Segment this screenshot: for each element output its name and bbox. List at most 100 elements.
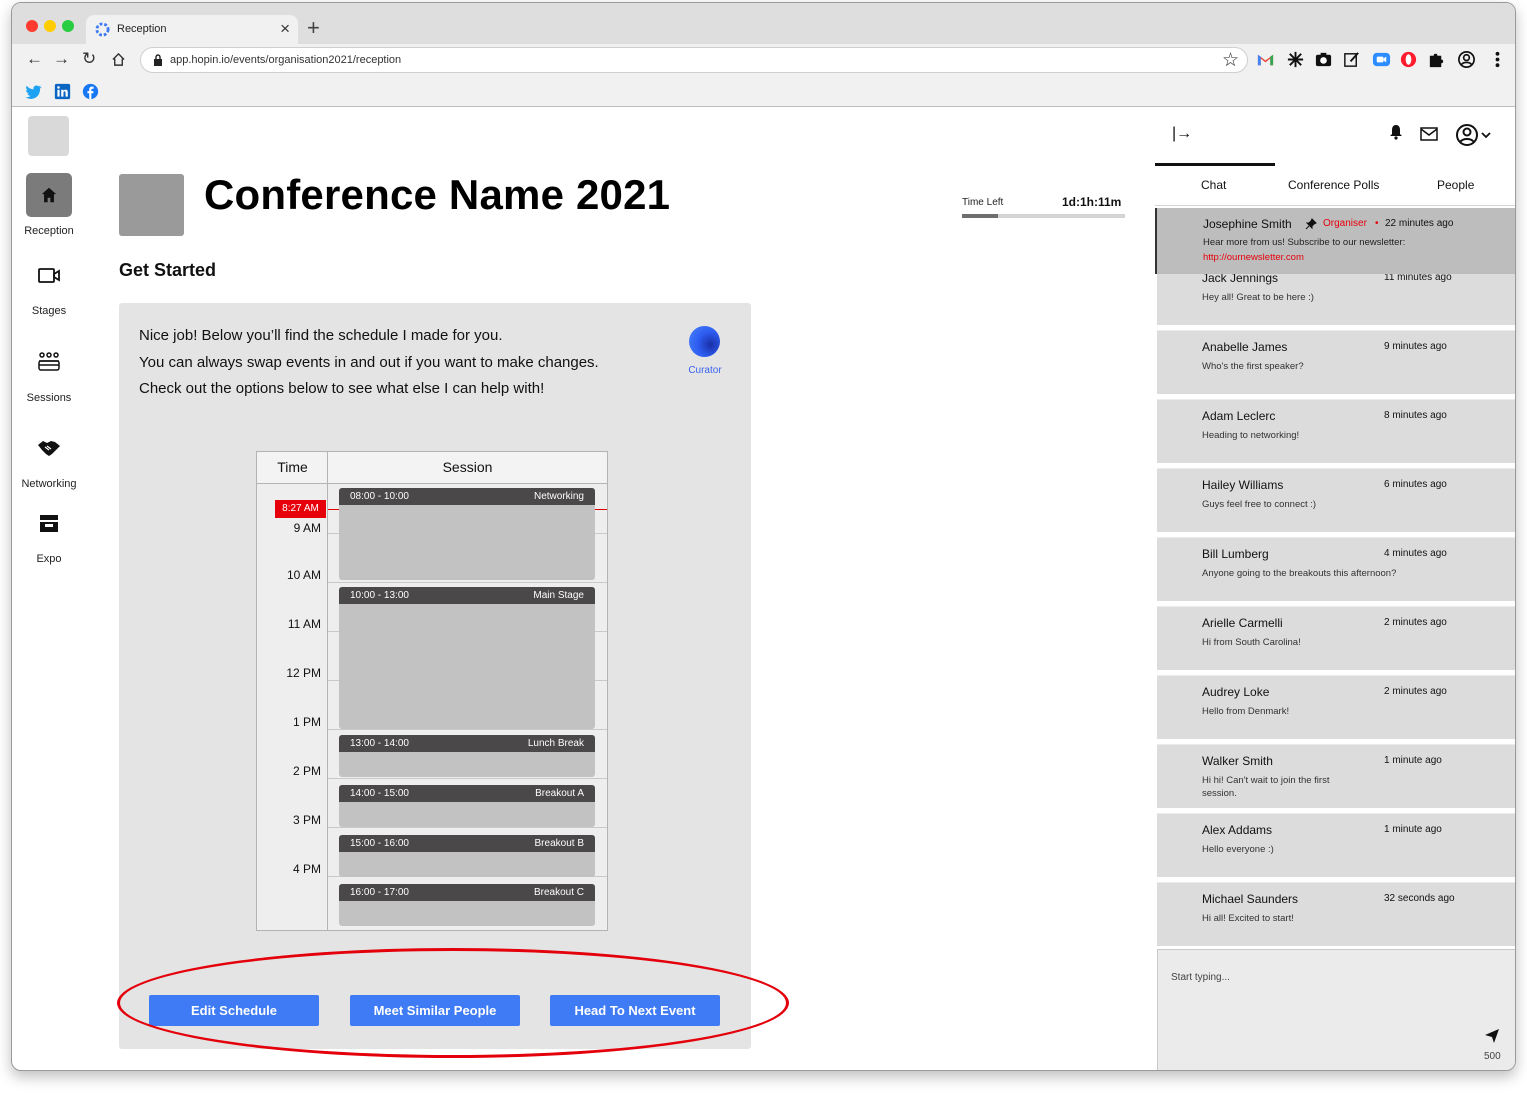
time-left-progress-fill: [962, 214, 998, 218]
nav-item-stages[interactable]: Stages: [12, 253, 86, 317]
chat-text: Guys feel free to connect :): [1202, 499, 1317, 510]
hour-label: 4 PM: [292, 862, 321, 876]
event-name: Breakout C: [533, 887, 584, 898]
twitter-icon[interactable]: [25, 83, 42, 100]
event-name: Main Stage: [533, 590, 584, 601]
chat-text: Hi hi! Can't wait to join the first sess…: [1202, 775, 1330, 799]
event-name: Breakout B: [534, 838, 584, 849]
camera-icon[interactable]: [1314, 50, 1333, 69]
chat-author: Bill Lumberg: [1202, 547, 1269, 561]
nav-label: Networking: [21, 478, 77, 490]
nav-item-reception[interactable]: Reception: [12, 173, 86, 237]
new-tab-button[interactable]: +: [307, 15, 320, 41]
chat-author: Anabelle James: [1202, 340, 1288, 354]
browser-window: Reception × + ← → ↻ app.hopin.io/events/…: [11, 2, 1516, 1071]
collapse-panel-icon[interactable]: |→: [1172, 125, 1192, 143]
hour-line: [328, 827, 607, 828]
chat-input-placeholder[interactable]: Start typing...: [1171, 972, 1230, 983]
chat-text: Anyone going to the breakouts this after…: [1202, 568, 1397, 579]
zoom-icon[interactable]: [1372, 50, 1391, 69]
current-time-badge: 8:27 AM: [275, 500, 326, 518]
home-page-icon[interactable]: [111, 52, 126, 67]
nav-label: Stages: [31, 305, 67, 317]
tab-people[interactable]: People: [1437, 178, 1474, 192]
tab-chat[interactable]: Chat: [1201, 178, 1226, 192]
chat-message: Michael Saunders 32 seconds ago Hi all! …: [1157, 882, 1515, 946]
nav-item-expo[interactable]: Expo: [12, 501, 86, 565]
schedule-event[interactable]: 08:00 - 10:00 Networking: [339, 488, 595, 580]
curator-avatar[interactable]: [689, 326, 720, 357]
nav-icon-box: [26, 173, 72, 217]
nav-label: Reception: [24, 225, 74, 237]
pinned-message: Josephine Smith Organiser • 22 minutes a…: [1155, 208, 1515, 274]
chat-time: 6 minutes ago: [1384, 479, 1447, 490]
chat-time: 8 minutes ago: [1384, 410, 1447, 421]
chat-composer[interactable]: Start typing... 500: [1157, 949, 1515, 1070]
event-time: 08:00 - 10:00: [350, 491, 409, 502]
character-limit: 500: [1484, 1051, 1501, 1062]
event-time: 10:00 - 13:00: [350, 590, 409, 601]
schedule-event[interactable]: 14:00 - 15:00 Breakout A: [339, 785, 595, 827]
schedule-header: Time Session: [257, 452, 607, 484]
bell-icon[interactable]: [1389, 124, 1403, 140]
chat-message: Arielle Carmelli 2 minutes ago Hi from S…: [1157, 606, 1515, 670]
minimize-window-dot[interactable]: [44, 20, 56, 32]
linkedin-icon[interactable]: [54, 83, 71, 100]
chat-author: Walker Smith: [1202, 754, 1273, 768]
hour-line: [328, 729, 607, 730]
chat-text: Hello everyone :): [1202, 844, 1274, 855]
profile-icon[interactable]: [1457, 50, 1476, 69]
curator-card: Nice job! Below you’ll find the schedule…: [119, 303, 751, 1049]
nav-icon-box: [26, 340, 72, 384]
gmail-icon[interactable]: [1256, 50, 1275, 69]
event-name: Lunch Break: [527, 738, 584, 749]
nav-label: Sessions: [26, 392, 72, 404]
schedule-event[interactable]: 16:00 - 17:00 Breakout C: [339, 884, 595, 926]
extensions-puzzle-icon[interactable]: [1427, 50, 1446, 69]
event-time: 16:00 - 17:00: [350, 887, 409, 898]
hour-label: 1 PM: [292, 715, 321, 729]
hour-line: [328, 778, 607, 779]
close-tab-icon[interactable]: ×: [280, 19, 290, 39]
send-icon[interactable]: [1484, 1028, 1500, 1044]
asterisk-extension-icon[interactable]: [1286, 50, 1305, 69]
browser-tab[interactable]: Reception ×: [86, 15, 298, 44]
user-menu-icon[interactable]: [1456, 122, 1492, 148]
newsletter-link[interactable]: http://ournewsletter.com: [1203, 252, 1304, 263]
event-bar: 13:00 - 14:00 Lunch Break: [339, 735, 595, 752]
chat-author: Michael Saunders: [1202, 892, 1299, 906]
tab-conference-polls[interactable]: Conference Polls: [1288, 178, 1379, 192]
mail-icon[interactable]: [1420, 127, 1438, 141]
forward-arrow-icon[interactable]: →: [53, 49, 70, 69]
close-window-dot[interactable]: [26, 20, 38, 32]
address-bar[interactable]: app.hopin.io/events/organisation2021/rec…: [140, 47, 1248, 73]
more-menu-icon[interactable]: [1488, 50, 1507, 69]
curator-message-line: You can always swap events in and out if…: [139, 354, 599, 371]
facebook-icon[interactable]: [82, 83, 99, 100]
lock-icon: [154, 54, 162, 66]
nav-icon-box: [26, 426, 72, 470]
chat-message: Bill Lumberg 4 minutes ago Anyone going …: [1157, 537, 1515, 601]
back-arrow-icon[interactable]: ←: [26, 49, 43, 69]
schedule-event[interactable]: 15:00 - 16:00 Breakout B: [339, 835, 595, 877]
chat-message-list[interactable]: Jack Jennings 11 minutes ago Hey all! Gr…: [1157, 207, 1515, 947]
nav-item-sessions[interactable]: Sessions: [12, 340, 86, 404]
chat-text: Hi all! Excited to start!: [1202, 913, 1294, 924]
schedule-event[interactable]: 10:00 - 13:00 Main Stage: [339, 587, 595, 729]
chat-time: 1 minute ago: [1384, 755, 1442, 766]
edit-note-icon[interactable]: [1342, 50, 1361, 69]
event-time: 15:00 - 16:00: [350, 838, 409, 849]
event-time: 14:00 - 15:00: [350, 788, 409, 799]
chat-text: Hi from South Carolina!: [1202, 637, 1301, 648]
schedule-event[interactable]: 13:00 - 14:00 Lunch Break: [339, 735, 595, 777]
organiser-logo: [28, 116, 69, 156]
reload-icon[interactable]: ↻: [82, 49, 96, 69]
chat-author: Arielle Carmelli: [1202, 616, 1283, 630]
nav-item-networking[interactable]: Networking: [12, 426, 86, 490]
maximize-window-dot[interactable]: [62, 20, 74, 32]
chat-text: Who's the first speaker?: [1202, 361, 1304, 372]
bookmark-star-icon[interactable]: ☆: [1222, 49, 1239, 72]
opera-icon[interactable]: [1399, 50, 1418, 69]
event-bar: 10:00 - 13:00 Main Stage: [339, 587, 595, 604]
hour-label: 3 PM: [292, 813, 321, 827]
